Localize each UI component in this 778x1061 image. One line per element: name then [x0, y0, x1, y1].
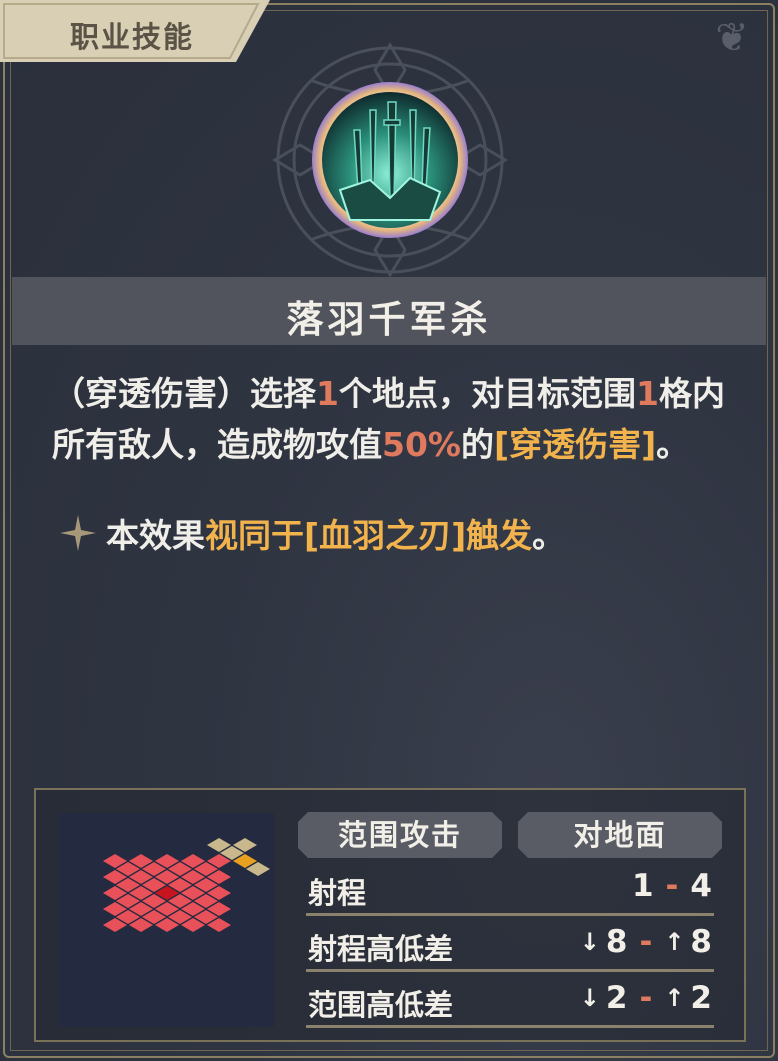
header-tab: 职业技能: [0, 0, 270, 62]
stat-row-range-height: 射程高低差 ↓ 8- ↑ 8: [306, 920, 714, 972]
target-count: 1: [316, 374, 339, 413]
height-down: 2: [605, 980, 628, 1016]
arrow-down-icon: ↓: [579, 928, 600, 956]
skill-description: （穿透伤害）选择1个地点，对目标范围1格内所有敌人，造成物攻值50%的[穿透伤害…: [52, 368, 732, 470]
height-up: 2: [690, 980, 712, 1016]
desc-text: 的: [461, 425, 494, 464]
sparkle-icon: [60, 515, 96, 551]
desc-text: （穿透伤害）选择: [52, 374, 316, 413]
tag-area-attack: 范围攻击: [298, 812, 502, 858]
area-size: 1: [635, 374, 659, 413]
stat-value: ↓ 8- ↑ 8: [579, 924, 712, 960]
stat-row-range: 射程 1-4: [306, 864, 714, 916]
note-text: 本效果: [106, 516, 205, 555]
arrow-up-icon: ↑: [664, 928, 685, 956]
range-max: 4: [690, 868, 712, 904]
damage-type-link[interactable]: [穿透伤害]: [494, 425, 656, 464]
stat-value: 1-4: [631, 868, 712, 904]
damage-percent: 50%: [382, 425, 461, 464]
skill-note: 本效果视同于[血羽之刃]触发。: [58, 513, 738, 558]
height-down: 8: [605, 924, 628, 960]
note-text: 。: [532, 516, 566, 555]
height-up: 8: [690, 924, 712, 960]
note-highlight[interactable]: 视同于[血羽之刃]触发: [205, 516, 532, 555]
desc-text: 。: [656, 425, 690, 464]
stat-row-area-height: 范围高低差 ↓ 2- ↑ 2: [306, 976, 714, 1028]
sword-rain-icon[interactable]: [310, 80, 470, 240]
skill-title-bar: 落羽千军杀: [12, 277, 766, 345]
range-min: 1: [631, 868, 654, 904]
stat-label: 范围高低差: [308, 988, 454, 1022]
header-title: 职业技能: [70, 20, 195, 54]
tag-ground-target: 对地面: [518, 812, 722, 858]
stat-label: 射程: [308, 876, 367, 910]
corner-ornament-icon: ❦: [715, 15, 749, 61]
arrow-up-icon: ↑: [664, 984, 685, 1012]
skill-name: 落羽千军杀: [286, 298, 492, 341]
stat-value: ↓ 2- ↑ 2: [579, 980, 712, 1016]
arrow-down-icon: ↓: [579, 984, 600, 1012]
skill-panel: ❦ 职业技能 落羽千军杀 （穿透伤害）选择1个地点，对目标范围1格内所有敌人，造…: [0, 0, 778, 1061]
desc-text: 个地点，对目标范围: [338, 374, 636, 413]
range-map: [60, 813, 274, 1027]
stat-label: 射程高低差: [308, 932, 454, 966]
